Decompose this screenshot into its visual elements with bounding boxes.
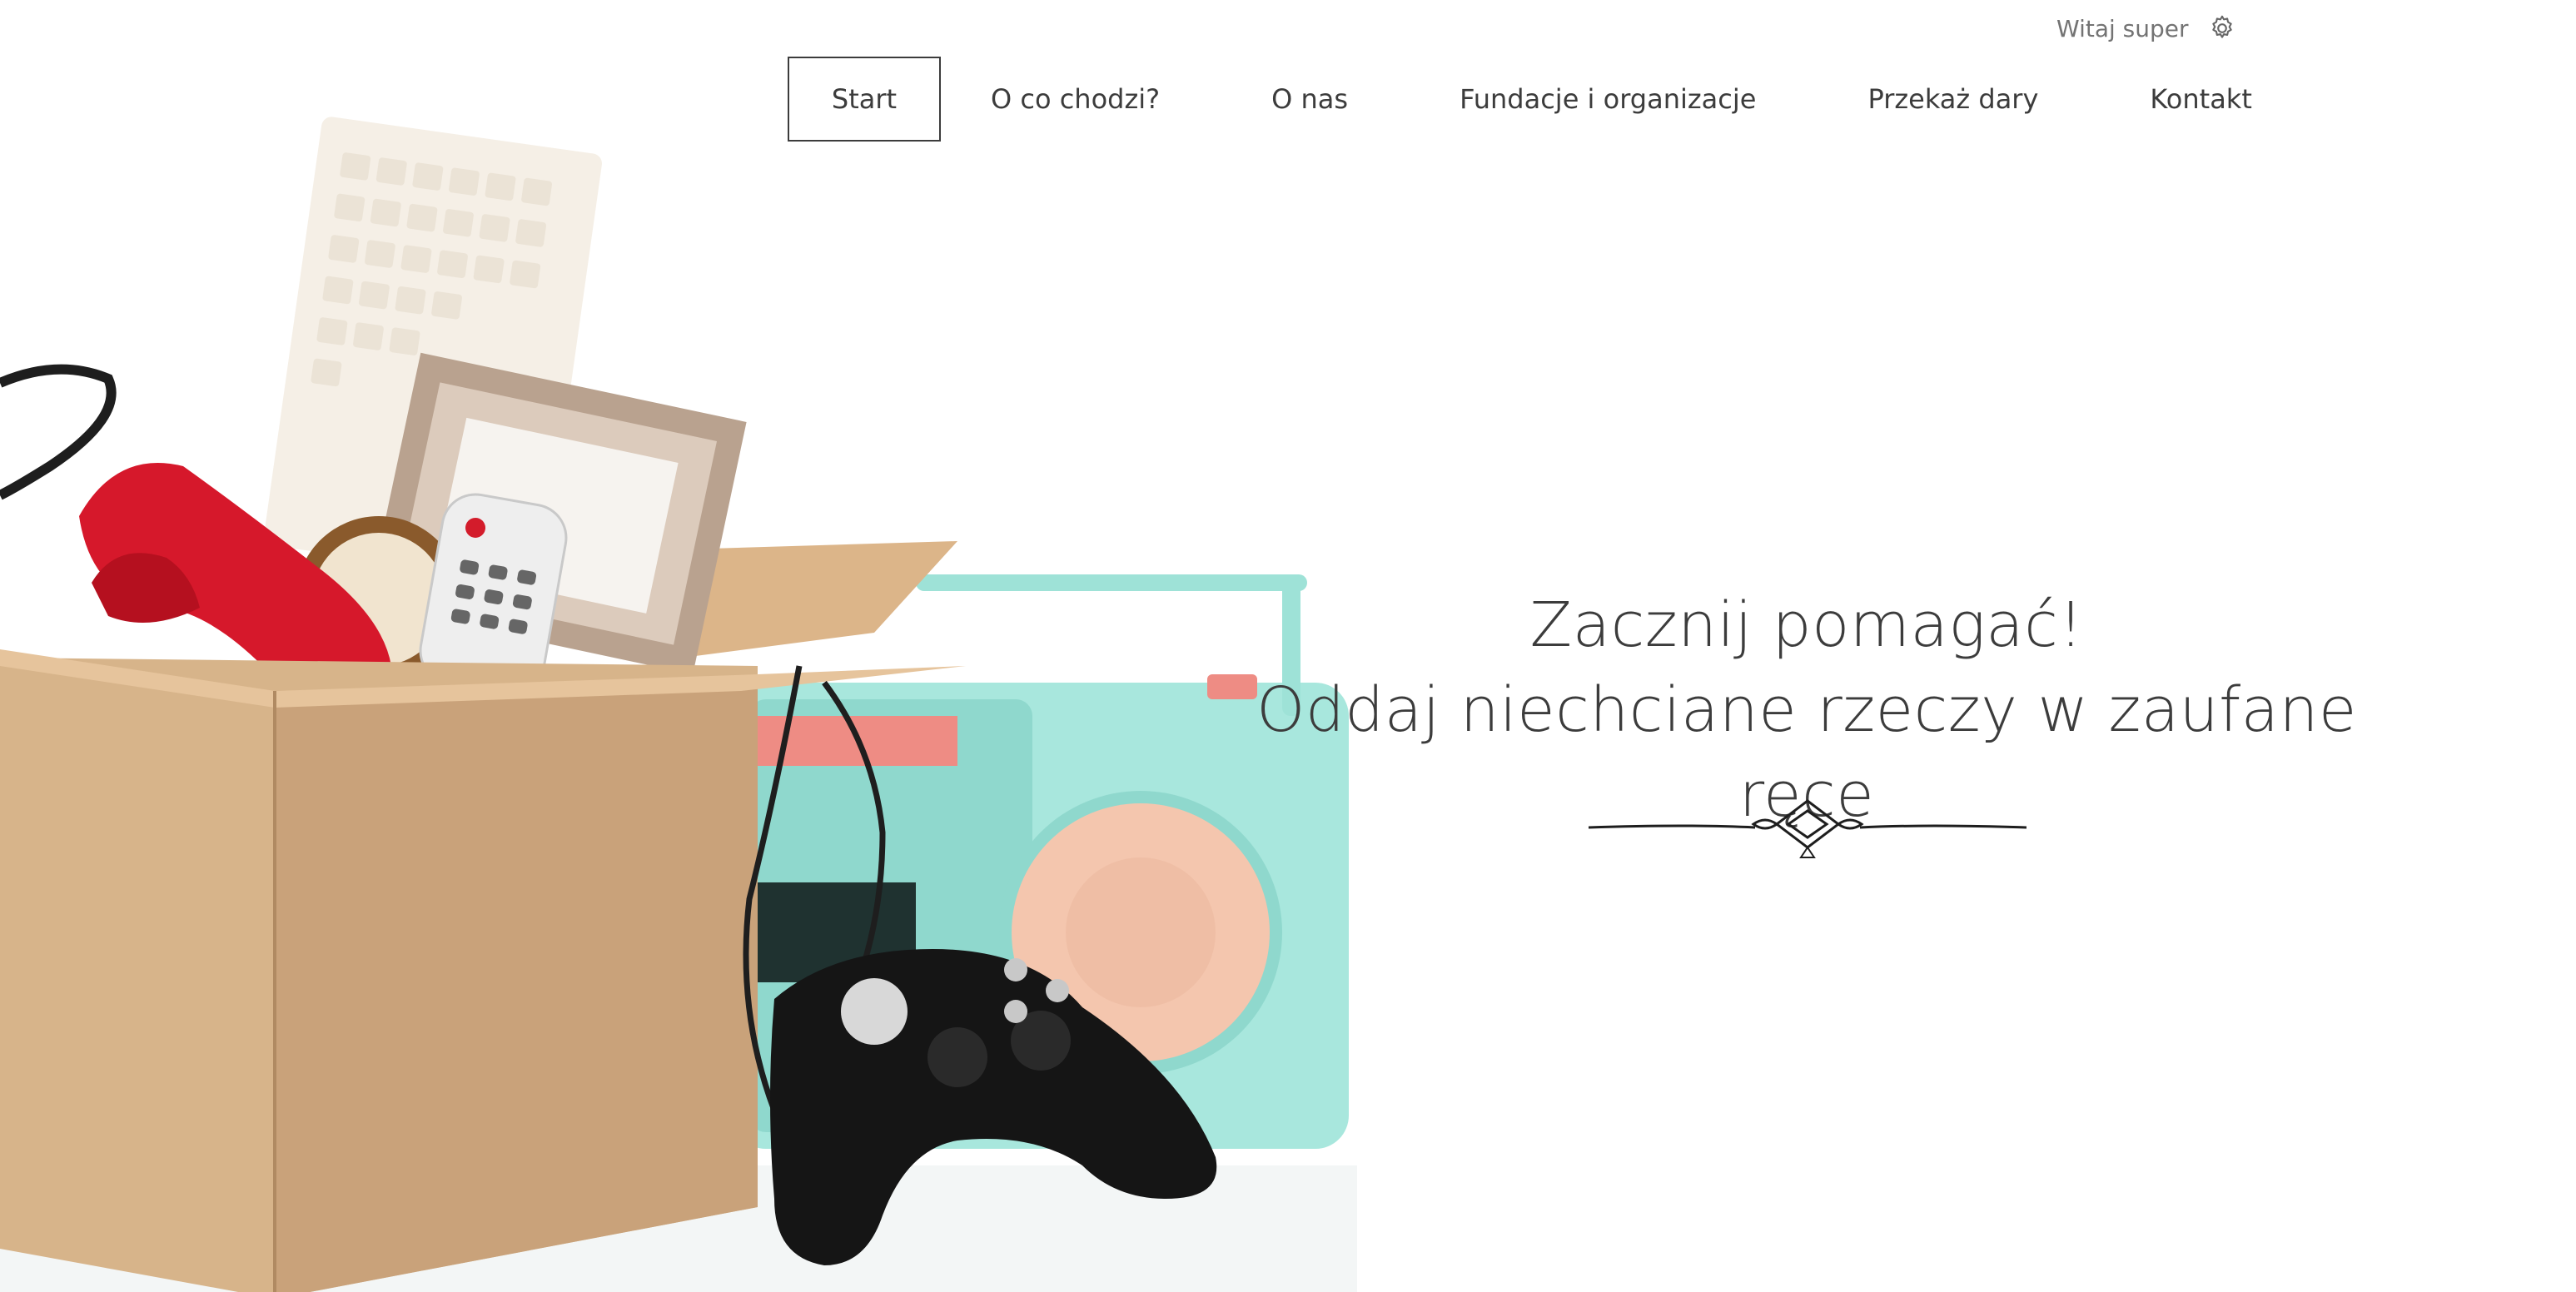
nav-item-przekaz-dary[interactable]: Przekaż dary [1866,57,2040,142]
user-greeting: Witaj super [2056,14,2189,42]
gear-icon[interactable] [2207,13,2237,43]
hero-image [0,117,1357,1292]
hero-title: Zacznij pomagać! [1529,589,2084,661]
user-bar: Witaj super [2056,12,2237,45]
nav-item-fundacje[interactable]: Fundacje i organizacje [1458,57,1758,142]
decoration-ornament [1589,799,2026,858]
nav-item-kontakt[interactable]: Kontakt [2148,57,2253,142]
